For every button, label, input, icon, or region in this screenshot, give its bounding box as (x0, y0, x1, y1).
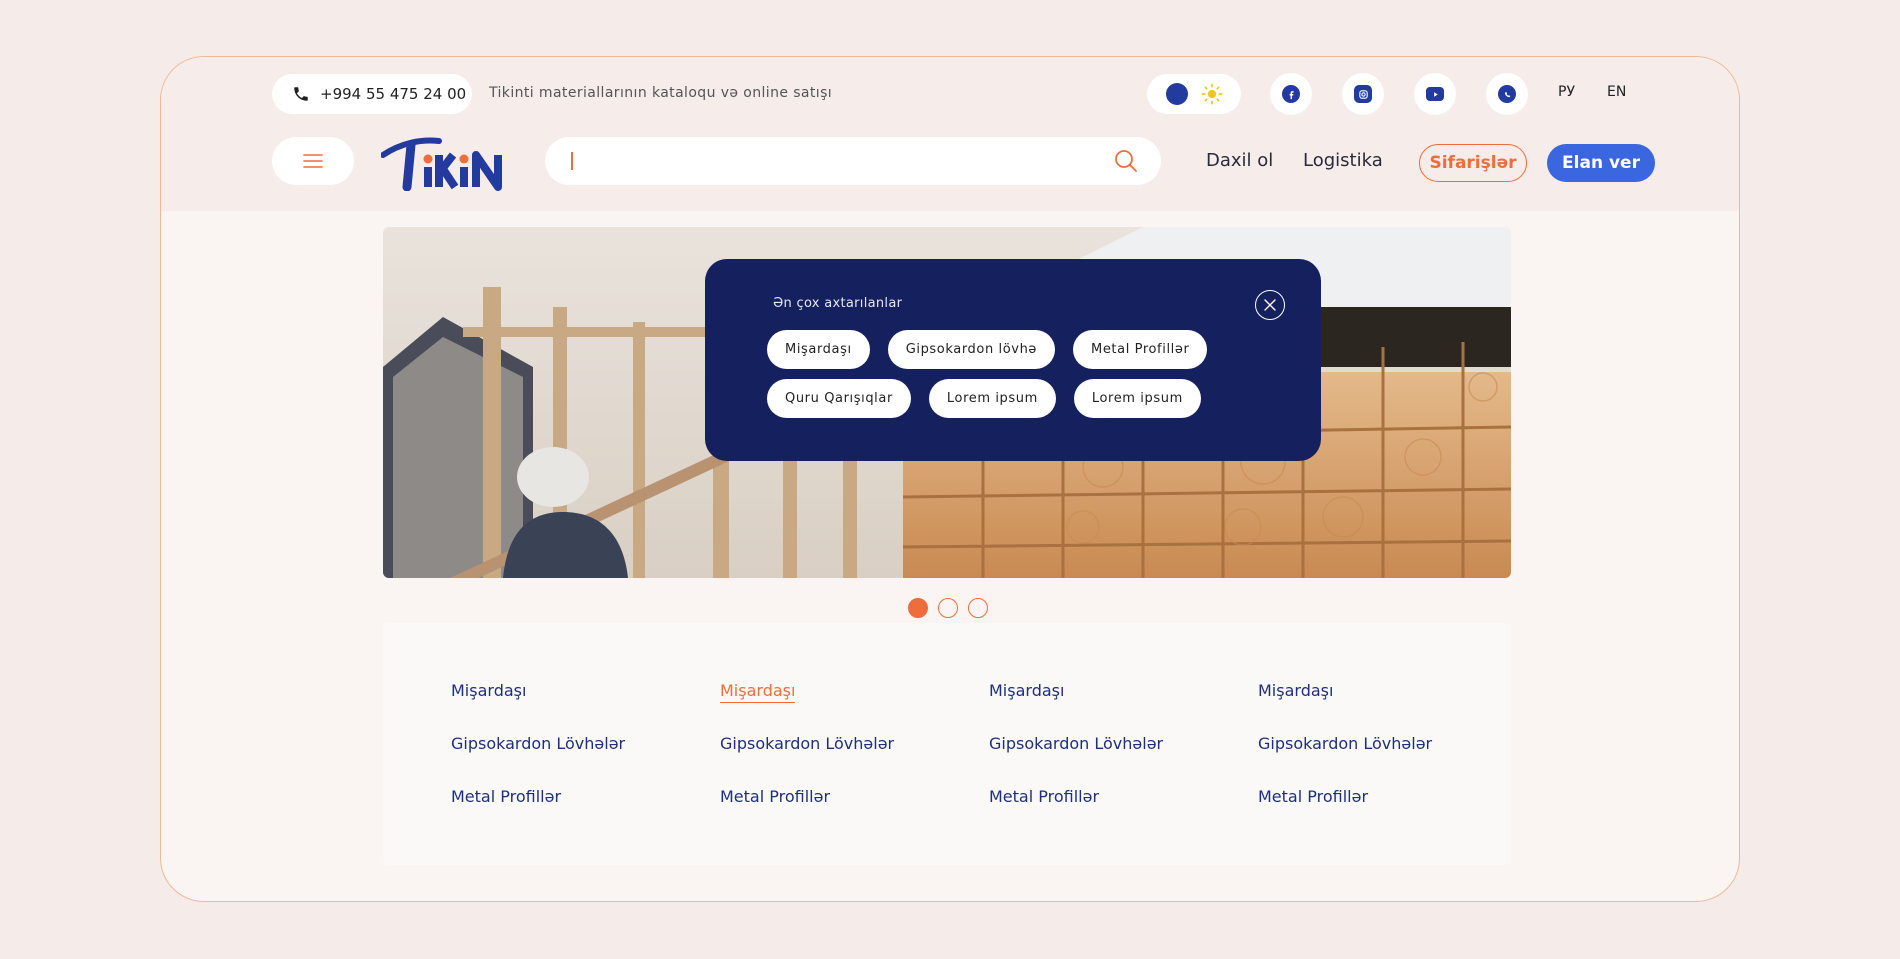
logistics-link[interactable]: Logistika (1303, 150, 1383, 171)
menu-button[interactable] (272, 137, 354, 185)
category-link-active[interactable]: Mişardaşı (720, 681, 796, 703)
category-link[interactable]: Gipsokardon Lövhələr (720, 734, 894, 756)
page-frame: +994 55 475 24 00 Tikinti materiallarını… (160, 56, 1740, 902)
lang-en[interactable]: EN (1607, 84, 1626, 100)
category-link[interactable]: Metal Profillər (720, 787, 894, 809)
search-chip[interactable]: Lorem ipsum (928, 379, 1056, 418)
category-links-panel: Mişardaşı Gipsokardon Lövhələr Metal Pro… (383, 623, 1511, 865)
category-link[interactable]: Gipsokardon Lövhələr (451, 734, 625, 756)
instagram-button[interactable] (1342, 73, 1384, 115)
slider-dot-3[interactable] (968, 598, 988, 618)
sun-icon[interactable] (1201, 83, 1223, 105)
popular-searches-panel: Ən çox axtarılanlar Mişardaşı Gipsokardo… (705, 259, 1321, 461)
facebook-button[interactable] (1270, 73, 1312, 115)
login-link[interactable]: Daxil ol (1206, 150, 1273, 171)
search-chip[interactable]: Metal Profillər (1073, 330, 1208, 369)
search-bar[interactable] (545, 137, 1161, 185)
category-link[interactable]: Metal Profillər (451, 787, 625, 809)
category-link[interactable]: Mişardaşı (989, 681, 1163, 703)
whatsapp-icon (1498, 85, 1516, 103)
popular-search-chips: Mişardaşı Gipsokardon lövhə Metal Profil… (767, 330, 1287, 418)
category-column: Mişardaşı Gipsokardon Lövhələr Metal Pro… (451, 681, 625, 809)
dark-mode-icon[interactable] (1165, 83, 1188, 105)
post-ad-button[interactable]: Elan ver (1547, 144, 1655, 182)
close-button[interactable] (1255, 290, 1285, 320)
orders-button[interactable]: Sifarişlər (1419, 144, 1527, 182)
facebook-icon (1282, 85, 1300, 103)
close-icon (1264, 299, 1276, 311)
search-chip[interactable]: Gipsokardon lövhə (887, 330, 1056, 369)
youtube-button[interactable] (1414, 73, 1456, 115)
tikin-logo[interactable] (381, 131, 511, 191)
youtube-icon (1426, 87, 1444, 101)
category-column: Mişardaşı Gipsokardon Lövhələr Metal Pro… (720, 681, 894, 809)
search-input[interactable] (573, 151, 1113, 171)
phone-number: +994 55 475 24 00 (320, 85, 467, 103)
category-link[interactable]: Metal Profillər (989, 787, 1163, 809)
category-column: Mişardaşı Gipsokardon Lövhələr Metal Pro… (989, 681, 1163, 809)
whatsapp-button[interactable] (1486, 73, 1528, 115)
search-icon[interactable] (1113, 148, 1139, 174)
category-link[interactable]: Metal Profillər (1258, 787, 1432, 809)
category-link[interactable]: Mişardaşı (451, 681, 625, 703)
tagline: Tikinti materiallarının kataloqu və onli… (489, 85, 833, 101)
category-link[interactable]: Mişardaşı (1258, 681, 1432, 703)
popular-searches-title: Ən çox axtarılanlar (773, 296, 903, 311)
phone-pill[interactable]: +994 55 475 24 00 (272, 74, 472, 114)
theme-toggle[interactable] (1147, 74, 1241, 114)
slider-dot-2[interactable] (938, 598, 958, 618)
lang-ru[interactable]: РУ (1558, 84, 1575, 100)
instagram-icon (1354, 85, 1372, 103)
category-link[interactable]: Gipsokardon Lövhələr (1258, 734, 1432, 756)
slider-dots (908, 598, 988, 618)
category-column: Mişardaşı Gipsokardon Lövhələr Metal Pro… (1258, 681, 1432, 809)
search-chip[interactable]: Lorem ipsum (1073, 379, 1201, 418)
search-chip[interactable]: Quru Qarışıqlar (767, 379, 911, 418)
category-link[interactable]: Gipsokardon Lövhələr (989, 734, 1163, 756)
hamburger-icon (303, 154, 323, 168)
phone-icon (294, 87, 308, 101)
search-chip[interactable]: Mişardaşı (767, 330, 870, 369)
slider-dot-1[interactable] (908, 598, 928, 618)
